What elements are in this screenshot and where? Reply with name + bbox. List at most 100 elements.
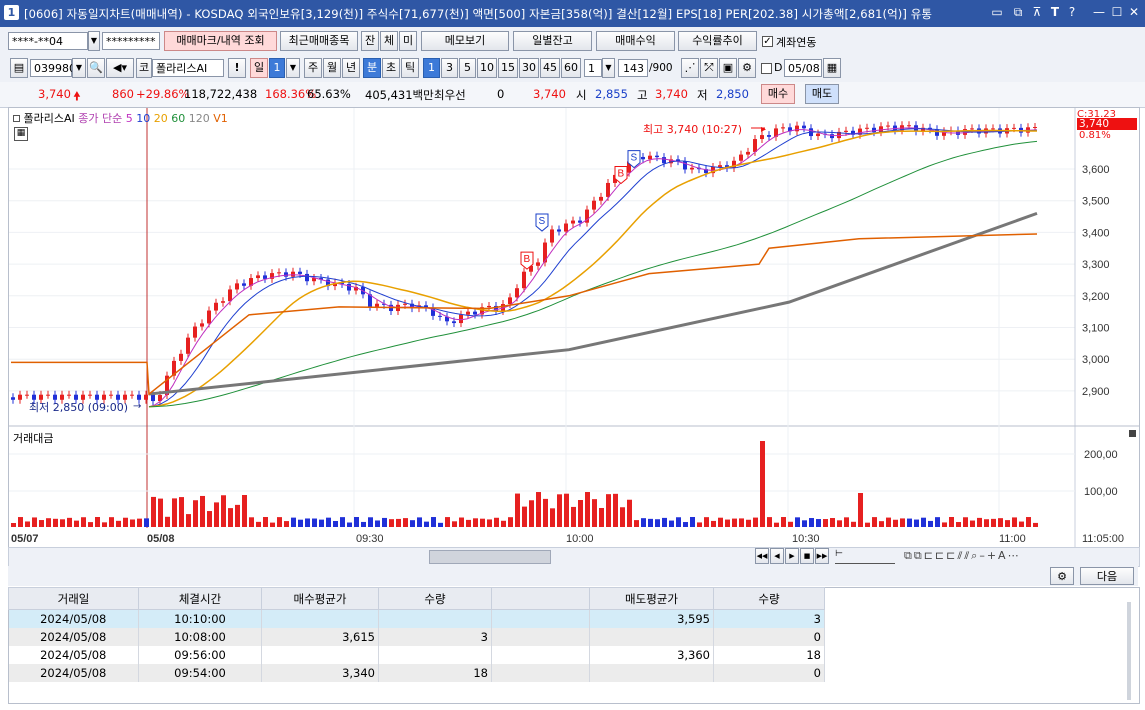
nav-first[interactable]: ◀◀ [755, 548, 769, 564]
volume-bar [963, 517, 968, 527]
maximize-icon[interactable]: ☐ [1110, 5, 1124, 19]
candle-body [522, 271, 526, 289]
trade-mark-query-button[interactable]: 매매마크/내역 조회 [164, 31, 277, 51]
period-minute[interactable]: 분 [363, 58, 381, 78]
volume-bar [165, 516, 170, 527]
help-icon[interactable]: ? [1065, 5, 1079, 19]
interval-10[interactable]: 10 [477, 58, 497, 78]
trade-profit-button[interactable]: 매매수익 [596, 31, 675, 51]
interval-5[interactable]: 5 [459, 58, 476, 78]
nav-last[interactable]: ▶▶ [815, 548, 829, 564]
tool-icon-1[interactable]: ⋰ [681, 58, 699, 78]
period-tick[interactable]: 틱 [401, 58, 419, 78]
table-row[interactable]: 2024/05/08 10:08:00 3,615 3 0 [8, 628, 825, 646]
pin-icon[interactable]: ⊼ [1030, 5, 1044, 19]
table-row[interactable]: 2024/05/08 09:54:00 3,340 18 0 [8, 664, 825, 682]
volume-bar [60, 519, 65, 527]
calendar-icon[interactable]: ▦ [823, 58, 841, 78]
volume-bar [592, 499, 597, 527]
draw-tools-icons[interactable]: ⧉⧉⊏⊏⊏⫽⫽⌕–+A⋯ [904, 549, 1021, 563]
time-tick-label: 05/07 [11, 533, 39, 545]
volume-bar [914, 519, 919, 527]
date-input[interactable]: 05/08 [784, 59, 822, 77]
interval-30[interactable]: 30 [519, 58, 539, 78]
candle-body [228, 289, 232, 302]
account-link-checkbox[interactable]: ✓ [762, 36, 773, 47]
balance-button[interactable]: 잔 [361, 31, 379, 51]
table-row[interactable]: 2024/05/08 10:10:00 3,595 3 [8, 609, 825, 628]
sell-button[interactable]: 매도 [805, 84, 839, 104]
market-label[interactable]: 코 [136, 58, 152, 78]
volume-bar [172, 498, 177, 527]
executed-button[interactable]: 체 [380, 31, 398, 51]
gear-icon[interactable]: ⚙ [738, 58, 756, 78]
period-month[interactable]: 월 [323, 58, 341, 78]
volume-bar [1033, 522, 1038, 527]
volume-bar [928, 520, 933, 527]
col-buy-avg: 매수평균가 [261, 587, 379, 610]
settings-gear-icon[interactable]: ⚙ [1050, 567, 1074, 585]
chart-panel[interactable]: 3,600 3,500 3,400 3,300 3,200 3,100 3,000 2,900… [8, 107, 1140, 549]
period-dropdown-icon[interactable]: ▼ [286, 58, 300, 78]
interval-45[interactable]: 45 [540, 58, 560, 78]
restore-icon[interactable]: ⧉ [1011, 5, 1025, 19]
volume-bar [305, 518, 310, 527]
zoom-slider[interactable]: ⊢ [835, 549, 895, 564]
return-trend-button[interactable]: 수익률추이 [678, 31, 757, 51]
font-icon[interactable]: T [1048, 5, 1062, 19]
nav-prev[interactable]: ◀ [770, 548, 784, 564]
cell: 3,595 [589, 609, 714, 628]
interval-1[interactable]: 1 [423, 58, 440, 78]
period-week[interactable]: 주 [304, 58, 322, 78]
cell: 3 [378, 628, 492, 646]
interval-60[interactable]: 60 [561, 58, 581, 78]
menu-icon[interactable]: ▤ [10, 58, 28, 78]
interval-dropdown-icon[interactable]: ▼ [602, 58, 615, 78]
code-input[interactable]: 039980 [30, 59, 76, 77]
candle-body [11, 397, 15, 400]
account-dropdown-icon[interactable]: ▼ [88, 31, 100, 51]
period-day-tab[interactable]: 일 [250, 58, 268, 78]
save-icon[interactable]: ▣ [719, 58, 737, 78]
count-input[interactable]: 143 [618, 59, 648, 77]
sub-close-icon[interactable] [1129, 430, 1136, 437]
pending-button[interactable]: 미 [399, 31, 417, 51]
minimize-icon[interactable]: — [1092, 5, 1106, 19]
period-day-value[interactable]: 1 [269, 58, 285, 78]
nav-play[interactable]: ▶ [785, 548, 799, 564]
table-scrollbar[interactable] [1127, 602, 1131, 700]
candle-body [893, 125, 897, 131]
period-second[interactable]: 초 [382, 58, 400, 78]
search-icon[interactable]: 🔍 [87, 58, 105, 78]
daily-balance-button[interactable]: 일별잔고 [513, 31, 592, 51]
volume-bar [690, 517, 695, 527]
layout-icon[interactable]: ▭ [990, 5, 1004, 19]
buy-button[interactable]: 매수 [761, 84, 795, 104]
alert-icon[interactable]: ! [228, 58, 246, 78]
speaker-icon[interactable]: ◀▾ [106, 58, 134, 78]
interval-3[interactable]: 3 [441, 58, 458, 78]
interval-select[interactable]: 1 [584, 59, 602, 77]
interval-15[interactable]: 15 [498, 58, 518, 78]
account-input[interactable]: ****-**04 [8, 32, 88, 50]
volume-bar [137, 518, 142, 527]
chart-canvas[interactable]: 3,600 3,500 3,400 3,300 3,200 3,100 3,000 2,900… [9, 108, 1139, 548]
scroll-thumb[interactable] [429, 550, 551, 564]
candle-body [760, 135, 764, 140]
memo-button[interactable]: 메모보기 [421, 31, 509, 51]
password-input[interactable]: ********* [102, 32, 160, 50]
nav-stop[interactable]: ■ [800, 548, 814, 564]
d-checkbox[interactable] [761, 63, 772, 74]
recent-trades-button[interactable]: 최근매매종목 [280, 31, 358, 51]
code-dropdown-icon[interactable]: ▼ [72, 58, 86, 78]
volume-bar [844, 517, 849, 527]
close-icon[interactable]: ✕ [1127, 5, 1141, 19]
scroll-nav-bar: ◀◀ ◀ ▶ ■ ▶▶ ⊢ ⧉⧉⊏⊏⊏⫽⫽⌕–+A⋯ [8, 547, 1140, 567]
next-button[interactable]: 다음 [1080, 567, 1134, 585]
grid-icon[interactable]: ▦ [14, 127, 28, 141]
period-year[interactable]: 년 [342, 58, 360, 78]
table-row[interactable]: 2024/05/08 09:56:00 3,360 18 [8, 646, 825, 664]
tool-icon-2[interactable]: ⤱ [700, 58, 718, 78]
candle-body [151, 394, 155, 402]
volume-bar [830, 518, 835, 527]
